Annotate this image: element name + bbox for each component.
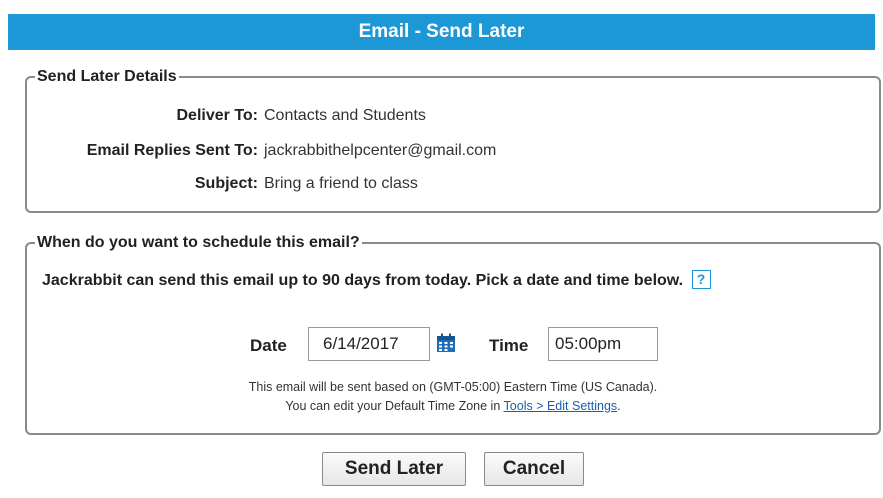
edit-settings-link[interactable]: Tools > Edit Settings [504, 399, 618, 413]
timezone-note: This email will be sent based on (GMT-05… [248, 380, 658, 394]
schedule-info-text: Jackrabbit can send this email up to 90 … [42, 272, 684, 289]
date-input[interactable] [308, 327, 430, 361]
deliver-to-value: Contacts and Students [264, 107, 426, 124]
send-later-button[interactable]: Send Later [322, 452, 466, 486]
schedule-legend: When do you want to schedule this email? [37, 234, 360, 251]
send-later-details-legend: Send Later Details [37, 68, 177, 85]
dialog-title: Email - Send Later [8, 14, 875, 50]
subject-value: Bring a friend to class [264, 175, 418, 192]
send-later-dialog: Email - Send Later Send Later Details De… [0, 0, 883, 498]
help-icon[interactable]: ? [691, 270, 711, 289]
subject-label: Subject: [194, 175, 258, 192]
email-replies-label: Email Replies Sent To: [86, 142, 258, 159]
time-label: Time [489, 336, 529, 355]
cancel-button[interactable]: Cancel [484, 452, 584, 486]
date-label: Date [250, 336, 287, 355]
timezone-edit-suffix: . [617, 399, 621, 413]
timezone-edit-prefix: You can edit your Default Time Zone in [285, 399, 504, 413]
calendar-icon[interactable] [436, 333, 456, 353]
deliver-to-label: Deliver To: [176, 107, 259, 124]
time-input[interactable] [548, 327, 658, 361]
timezone-edit-note: You can edit your Default Time Zone in T… [25, 399, 881, 413]
schedule-info: Jackrabbit can send this email up to 90 … [42, 270, 711, 290]
email-replies-value: jackrabbithelpcenter@gmail.com [264, 142, 497, 159]
left-edge [0, 0, 8, 498]
